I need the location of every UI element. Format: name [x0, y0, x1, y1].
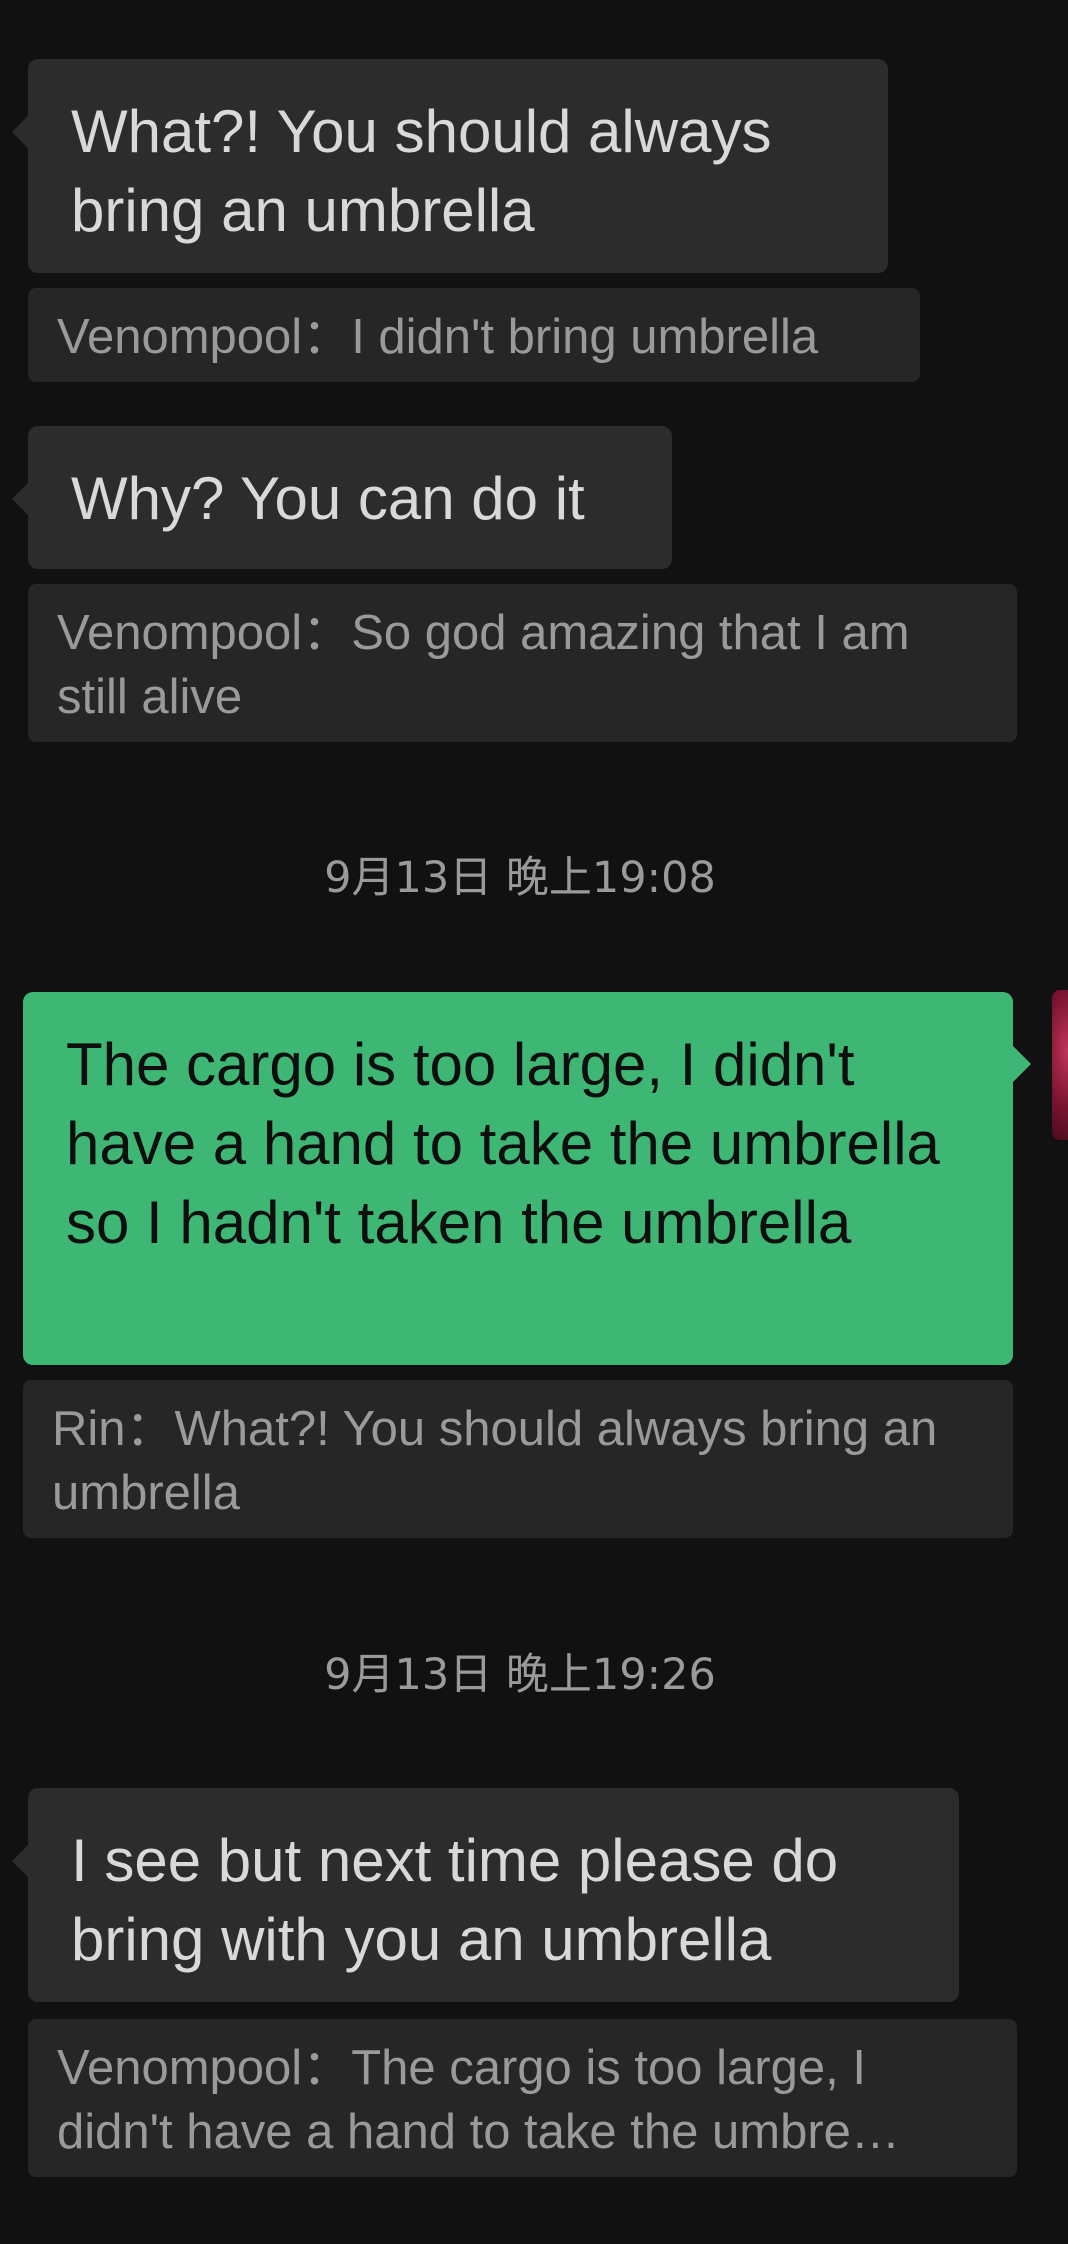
- quoted-reply[interactable]: Venompool：So god amazing that I am still…: [28, 584, 1017, 742]
- avatar[interactable]: [1052, 990, 1068, 1140]
- message-bubble-incoming[interactable]: What?! You should always bring an umbrel…: [12, 59, 888, 273]
- message-bubble-incoming[interactable]: I see but next time please do bring with…: [12, 1788, 959, 2002]
- quoted-reply[interactable]: Venompool：I didn't bring umbrella: [28, 288, 920, 382]
- message-bubble-outgoing[interactable]: The cargo is too large, I didn't have a …: [23, 992, 1031, 1365]
- quote-text: Rin：What?! You should always bring an um…: [52, 1402, 938, 1520]
- quote-text: Venompool：So god amazing that I am still…: [57, 606, 910, 724]
- message-bubble-incoming[interactable]: Why? You can do it: [12, 426, 672, 569]
- quote-text: Venompool：The cargo is too large, I didn…: [57, 2041, 900, 2159]
- quote-text: Venompool：I didn't bring umbrella: [57, 310, 819, 364]
- quoted-reply[interactable]: Venompool：The cargo is too large, I didn…: [28, 2019, 1017, 2177]
- timestamp: 9月13日 晚上19:08: [324, 853, 716, 903]
- message-text: I see but next time please do bring with…: [71, 1827, 839, 1973]
- message-text: The cargo is too large, I didn't have a …: [66, 1031, 940, 1256]
- timestamp: 9月13日 晚上19:26: [324, 1650, 716, 1700]
- message-text: What?! You should always bring an umbrel…: [71, 98, 772, 244]
- message-text: Why? You can do it: [71, 465, 585, 532]
- quoted-reply[interactable]: Rin：What?! You should always bring an um…: [23, 1380, 1013, 1538]
